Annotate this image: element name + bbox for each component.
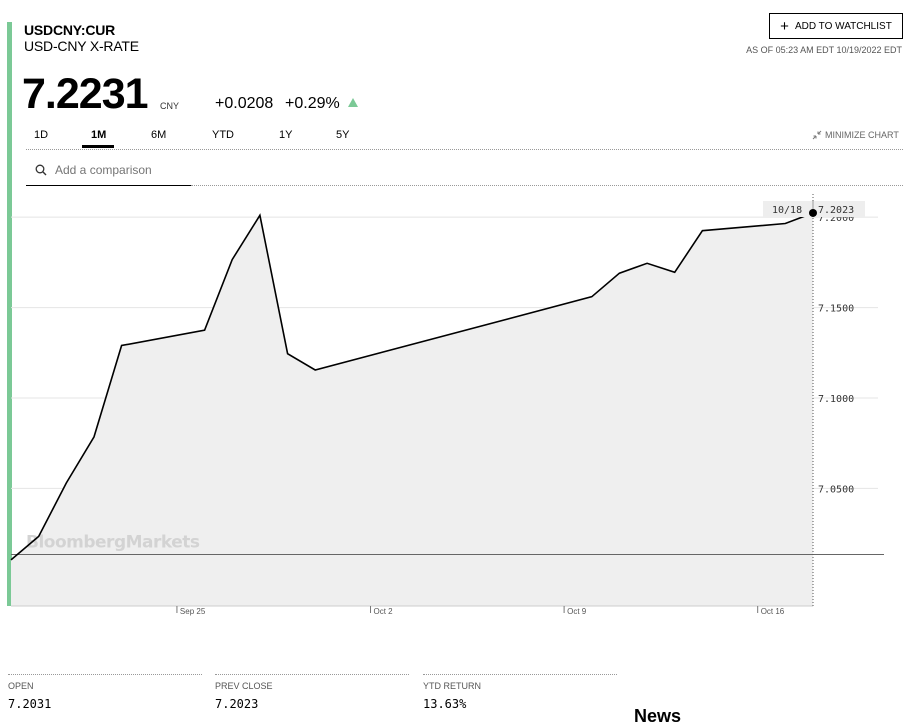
chart-watermark: BloombergMarkets xyxy=(26,532,200,552)
comparison-input[interactable] xyxy=(55,163,175,177)
price-chart[interactable]: BloombergMarkets 7.05007.10007.15007.200… xyxy=(0,190,908,620)
news-heading: News xyxy=(634,706,682,722)
hover-value: 7.2023 xyxy=(818,205,854,216)
x-tick-label: Sep 25 xyxy=(180,607,206,616)
tab-1d[interactable]: 1D xyxy=(34,129,48,141)
hover-date: 10/18 xyxy=(772,205,802,216)
search-divider xyxy=(191,185,903,186)
minimize-icon xyxy=(812,130,822,140)
stat-label: YTD RETURN xyxy=(423,681,481,691)
stat-ytd-return: YTD RETURN 13.63% xyxy=(423,674,617,711)
tab-5y[interactable]: 5Y xyxy=(336,129,349,141)
stat-prev-close: PREV CLOSE 7.2023 xyxy=(215,674,409,711)
y-tick-label: 7.1500 xyxy=(818,304,854,315)
search-icon xyxy=(35,164,47,176)
x-tick-label: Oct 16 xyxy=(761,607,785,616)
stat-value: 7.2023 xyxy=(215,697,259,711)
tab-1y[interactable]: 1Y xyxy=(279,129,292,141)
x-tick-label: Oct 2 xyxy=(374,607,394,616)
stat-value: 7.2031 xyxy=(8,697,52,711)
ticker-name: USD-CNY X-RATE xyxy=(24,38,139,54)
comparison-search[interactable] xyxy=(26,155,191,186)
price-change-percent: +0.29% xyxy=(285,95,340,112)
stat-label: PREV CLOSE xyxy=(215,681,273,691)
current-price: 7.2231 xyxy=(22,70,149,118)
minimize-chart-button[interactable]: MINIMIZE CHART xyxy=(812,130,899,140)
add-to-watchlist-label: ADD TO WATCHLIST xyxy=(794,20,892,32)
stat-label: OPEN xyxy=(8,681,34,691)
active-tab-indicator xyxy=(82,145,114,148)
last-point-marker xyxy=(809,208,817,217)
x-axis-labels: Sep 25 Oct 2 Oct 9 Oct 16 xyxy=(176,606,785,616)
y-axis-labels: 7.05007.10007.15007.2000 xyxy=(818,213,854,495)
ticker-symbol: USDCNY:CUR xyxy=(24,22,116,38)
y-tick-label: 7.1000 xyxy=(818,394,854,405)
x-tick-label: Oct 9 xyxy=(567,607,587,616)
currency-code: CNY xyxy=(160,101,180,111)
add-to-watchlist-button[interactable]: + ADD TO WATCHLIST xyxy=(769,13,903,39)
stat-open: OPEN 7.2031 xyxy=(8,674,202,711)
as-of-timestamp: AS OF 05:23 AM EDT 10/19/2022 EDT xyxy=(746,45,902,55)
y-tick-label: 7.0500 xyxy=(818,484,854,495)
stat-value: 13.63% xyxy=(423,697,467,711)
price-change: +0.0208 xyxy=(215,95,274,112)
up-arrow-icon xyxy=(348,98,358,107)
tab-ytd[interactable]: YTD xyxy=(212,129,234,141)
plus-icon: + xyxy=(780,17,789,35)
tab-6m[interactable]: 6M xyxy=(151,129,166,141)
minimize-chart-label: MINIMIZE CHART xyxy=(825,130,899,140)
tabs-divider xyxy=(26,149,903,150)
tab-1m[interactable]: 1M xyxy=(91,129,106,141)
